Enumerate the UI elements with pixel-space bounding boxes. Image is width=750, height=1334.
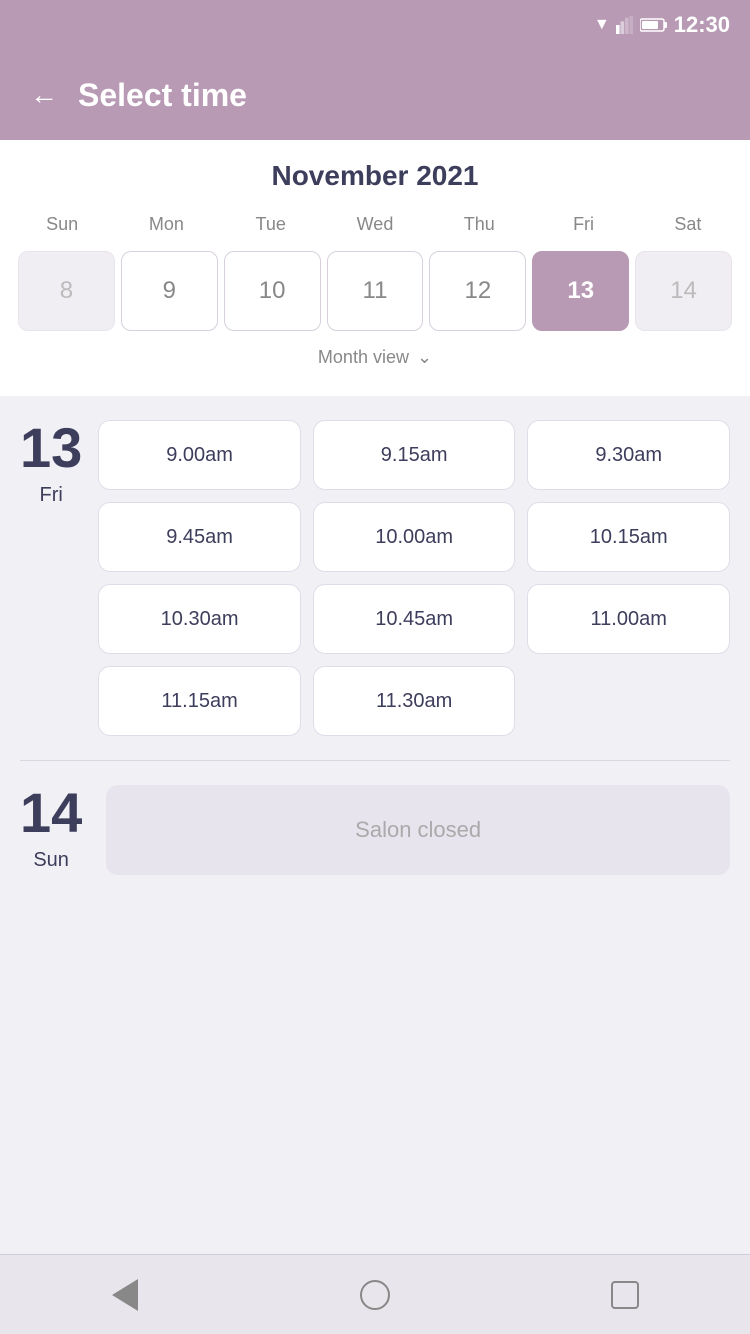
home-nav-button[interactable] bbox=[353, 1273, 397, 1317]
day-13-section: 13 Fri 9.00am 9.15am 9.30am 9.45am 10.00… bbox=[0, 396, 750, 760]
recents-nav-icon bbox=[611, 1281, 639, 1309]
weekday-thu: Thu bbox=[427, 208, 531, 241]
calendar-day-9[interactable]: 9 bbox=[121, 251, 218, 331]
calendar-day-11[interactable]: 11 bbox=[327, 251, 424, 331]
time-slot-1115am[interactable]: 11.15am bbox=[98, 666, 301, 736]
day-13-info: 13 Fri bbox=[20, 420, 82, 507]
month-year: November 2021 bbox=[10, 160, 740, 192]
app-header: ← Select time bbox=[0, 50, 750, 140]
day-14-number: 14 bbox=[20, 785, 82, 841]
calendar-day-10[interactable]: 10 bbox=[224, 251, 321, 331]
month-view-toggle[interactable]: Month view ⌄ bbox=[10, 331, 740, 376]
time-slot-1015am[interactable]: 10.15am bbox=[527, 502, 730, 572]
day-14-section: 14 Sun Salon closed bbox=[0, 761, 750, 915]
time-slots-grid: 9.00am 9.15am 9.30am 9.45am 10.00am 10.1… bbox=[98, 420, 730, 736]
calendar-day-13[interactable]: 13 bbox=[532, 251, 629, 331]
day-13-number: 13 bbox=[20, 420, 82, 476]
weekday-sun: Sun bbox=[10, 208, 114, 241]
day-13-name: Fri bbox=[39, 484, 62, 507]
day-14-content: 14 Sun Salon closed bbox=[20, 785, 730, 875]
chevron-down-icon: ⌄ bbox=[417, 347, 432, 368]
weekday-fri: Fri bbox=[531, 208, 635, 241]
weekday-wed: Wed bbox=[323, 208, 427, 241]
weekday-mon: Mon bbox=[114, 208, 218, 241]
signal-icon bbox=[616, 16, 634, 34]
weekday-sat: Sat bbox=[636, 208, 740, 241]
day-14-name: Sun bbox=[33, 849, 69, 872]
calendar-day-8[interactable]: 8 bbox=[18, 251, 115, 331]
month-view-label: Month view bbox=[318, 347, 409, 368]
status-time: 12:30 bbox=[674, 12, 730, 38]
back-nav-button[interactable] bbox=[103, 1273, 147, 1317]
day-13-content: 13 Fri 9.00am 9.15am 9.30am 9.45am 10.00… bbox=[20, 420, 730, 736]
back-nav-icon bbox=[112, 1279, 138, 1311]
time-slot-1000am[interactable]: 10.00am bbox=[313, 502, 516, 572]
back-button[interactable]: ← bbox=[30, 79, 58, 111]
calendar-section: November 2021 Sun Mon Tue Wed Thu Fri Sa… bbox=[0, 140, 750, 396]
time-slot-1130am[interactable]: 11.30am bbox=[313, 666, 516, 736]
battery-icon bbox=[640, 17, 668, 33]
wifi-icon: ▼ bbox=[594, 16, 610, 34]
weekday-tue: Tue bbox=[219, 208, 323, 241]
time-slot-930am[interactable]: 9.30am bbox=[527, 420, 730, 490]
calendar-day-14[interactable]: 14 bbox=[635, 251, 732, 331]
time-slot-1045am[interactable]: 10.45am bbox=[313, 584, 516, 654]
salon-closed-label: Salon closed bbox=[355, 817, 481, 843]
time-slot-1030am[interactable]: 10.30am bbox=[98, 584, 301, 654]
page-title: Select time bbox=[78, 77, 247, 114]
home-nav-icon bbox=[360, 1280, 390, 1310]
recents-nav-button[interactable] bbox=[603, 1273, 647, 1317]
time-slot-1100am[interactable]: 11.00am bbox=[527, 584, 730, 654]
status-bar: ▼ 12:30 bbox=[0, 0, 750, 50]
time-slot-915am[interactable]: 9.15am bbox=[313, 420, 516, 490]
time-slot-900am[interactable]: 9.00am bbox=[98, 420, 301, 490]
bottom-nav bbox=[0, 1254, 750, 1334]
weekday-headers: Sun Mon Tue Wed Thu Fri Sat bbox=[10, 208, 740, 241]
time-slot-945am[interactable]: 9.45am bbox=[98, 502, 301, 572]
status-icons: ▼ 12:30 bbox=[594, 12, 730, 38]
calendar-day-12[interactable]: 12 bbox=[429, 251, 526, 331]
day-14-info: 14 Sun bbox=[20, 785, 82, 872]
salon-closed-banner: Salon closed bbox=[106, 785, 730, 875]
calendar-row: 8 9 10 11 12 13 14 bbox=[10, 251, 740, 331]
